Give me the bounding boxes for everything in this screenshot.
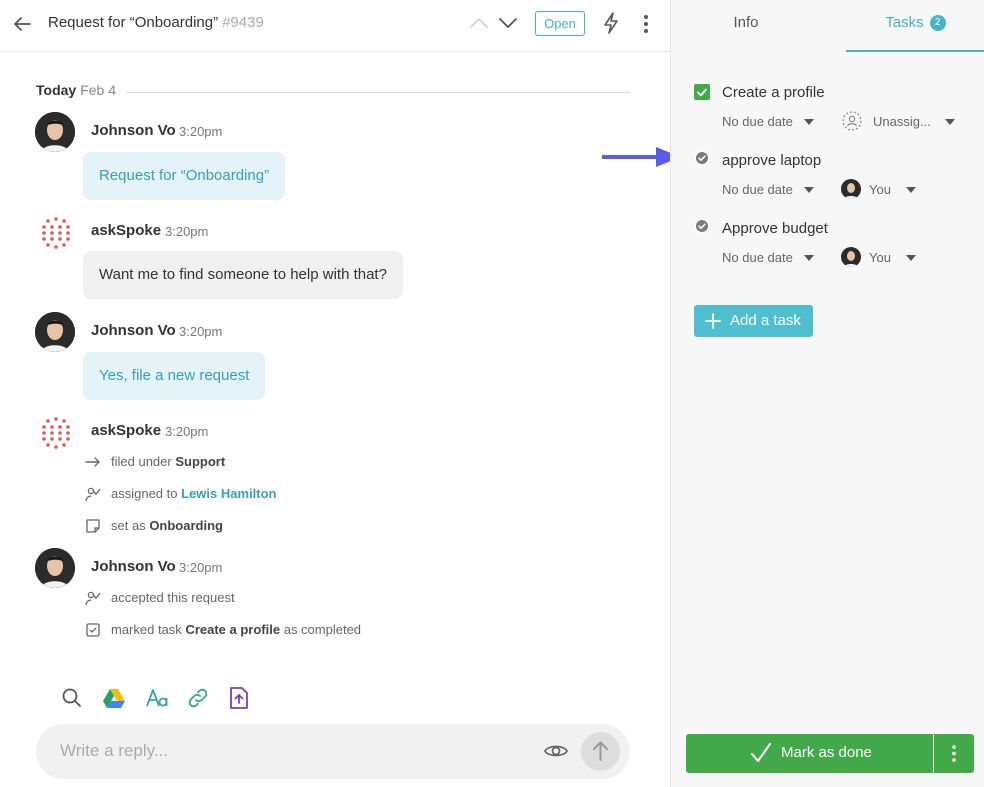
lightning-icon[interactable] bbox=[600, 11, 622, 35]
mark-as-done-label: Mark as done bbox=[781, 744, 872, 761]
task-assignee[interactable]: You bbox=[869, 250, 891, 265]
task-title[interactable]: Create a profile bbox=[722, 84, 825, 101]
date-value: Feb 4 bbox=[80, 82, 117, 98]
task-due-date[interactable]: No due date bbox=[722, 250, 793, 265]
assign-user-icon bbox=[85, 591, 101, 606]
date-day: Today bbox=[36, 82, 77, 98]
date-separator: Today Feb 4 bbox=[36, 82, 630, 102]
chevron-down-icon[interactable] bbox=[497, 12, 519, 34]
activity-prefix: set as bbox=[111, 518, 146, 533]
tab-info[interactable]: Info bbox=[671, 0, 821, 52]
message-author: Johnson Vo bbox=[91, 122, 176, 139]
activity-item: marked task Create a profile as complete… bbox=[111, 622, 361, 637]
avatar[interactable] bbox=[35, 312, 75, 352]
activity-item: filed under Support bbox=[111, 454, 225, 469]
search-icon[interactable] bbox=[60, 686, 84, 710]
avatar[interactable] bbox=[35, 112, 75, 152]
arrow-up-icon bbox=[593, 741, 608, 761]
message-time: 3:20pm bbox=[179, 324, 223, 339]
activity-prefix: marked task bbox=[111, 622, 182, 637]
request-title: Request for “Onboarding” #9439 bbox=[48, 14, 264, 31]
task-assignee[interactable]: Unassig... bbox=[873, 114, 931, 129]
message-author: Johnson Vo bbox=[91, 558, 176, 575]
task-checkbox-checked[interactable] bbox=[694, 84, 710, 100]
message-time: 3:20pm bbox=[179, 124, 223, 139]
chevron-up-icon[interactable] bbox=[468, 12, 490, 34]
mark-as-done-button[interactable]: Mark as done bbox=[686, 734, 933, 773]
google-drive-icon[interactable] bbox=[102, 686, 126, 710]
message-bubble: Want me to find someone to help with tha… bbox=[83, 251, 403, 299]
add-task-label: Add a task bbox=[730, 312, 801, 329]
back-arrow-icon[interactable] bbox=[10, 12, 34, 36]
message-bubble: Request for “Onboarding” bbox=[83, 152, 286, 200]
assign-user-icon bbox=[85, 487, 101, 502]
reply-box bbox=[36, 724, 630, 779]
more-vertical-icon bbox=[952, 745, 956, 762]
request-title-text: Request for “Onboarding” bbox=[48, 14, 219, 31]
task-due-date[interactable]: No due date bbox=[722, 182, 793, 197]
activity-item: assigned to Lewis Hamilton bbox=[111, 486, 276, 501]
assignee-link[interactable]: Lewis Hamilton bbox=[181, 486, 276, 501]
eye-icon[interactable] bbox=[544, 740, 568, 762]
caret-down-icon[interactable] bbox=[804, 119, 814, 125]
link-icon[interactable] bbox=[186, 686, 210, 710]
activity-prefix: filed under bbox=[111, 454, 172, 469]
message-time: 3:20pm bbox=[165, 424, 209, 439]
send-button[interactable] bbox=[581, 732, 620, 771]
activity-suffix: as completed bbox=[283, 622, 362, 637]
askspoke-logo-icon bbox=[42, 217, 70, 249]
message-author: Johnson Vo bbox=[91, 322, 176, 339]
message-author: askSpoke bbox=[91, 222, 162, 239]
caret-down-icon[interactable] bbox=[804, 187, 814, 193]
conversation-header: Request for “Onboarding” #9439 Open bbox=[0, 0, 670, 52]
caret-down-icon[interactable] bbox=[906, 255, 916, 261]
tasks-count-badge: 2 bbox=[929, 15, 946, 31]
conversation-pane: Request for “Onboarding” #9439 Open Today… bbox=[0, 0, 681, 787]
file-upload-icon[interactable] bbox=[227, 686, 251, 710]
activity-value: Onboarding bbox=[149, 518, 223, 533]
reply-input[interactable] bbox=[60, 738, 520, 764]
tab-tasks-label: Tasks bbox=[885, 14, 924, 31]
request-number: #9439 bbox=[222, 14, 264, 31]
message-time: 3:20pm bbox=[179, 560, 223, 575]
tab-tasks[interactable]: Tasks 2 bbox=[846, 0, 984, 52]
task-due-date[interactable]: No due date bbox=[722, 114, 793, 129]
avatar bbox=[841, 247, 861, 267]
text-format-icon[interactable] bbox=[145, 686, 169, 710]
message-bubble: Yes, file a new request bbox=[83, 352, 266, 400]
unassigned-user-icon[interactable] bbox=[842, 111, 862, 131]
task-title[interactable]: approve laptop bbox=[722, 152, 821, 169]
activity-value: Create a profile bbox=[185, 622, 281, 637]
avatar[interactable] bbox=[35, 548, 75, 588]
status-badge[interactable]: Open bbox=[535, 11, 585, 36]
checkmark-icon bbox=[751, 743, 771, 762]
activity-prefix: assigned to bbox=[111, 486, 178, 501]
task-checkbox[interactable] bbox=[694, 218, 710, 234]
avatar bbox=[841, 179, 861, 199]
more-vertical-icon[interactable] bbox=[638, 12, 654, 36]
sidebar: Info Tasks 2 bbox=[670, 0, 984, 787]
mark-done-more-button[interactable] bbox=[934, 734, 974, 773]
activity-item: accepted this request bbox=[111, 590, 235, 605]
caret-down-icon[interactable] bbox=[945, 119, 955, 125]
caret-down-icon[interactable] bbox=[804, 255, 814, 261]
note-icon bbox=[86, 519, 100, 533]
task-title[interactable]: Approve budget bbox=[722, 220, 828, 237]
activity-value: Support bbox=[175, 454, 226, 469]
plus-icon bbox=[705, 313, 721, 329]
add-task-button[interactable]: Add a task bbox=[694, 305, 813, 337]
activity-item: set as Onboarding bbox=[111, 518, 223, 533]
task-assignee[interactable]: You bbox=[869, 182, 891, 197]
divider bbox=[126, 92, 630, 93]
message-author: askSpoke bbox=[91, 422, 162, 439]
arrow-right-icon bbox=[85, 457, 100, 467]
task-checkbox[interactable] bbox=[694, 150, 710, 166]
message-time: 3:20pm bbox=[165, 224, 209, 239]
caret-down-icon[interactable] bbox=[906, 187, 916, 193]
checkbox-icon bbox=[86, 623, 100, 637]
askspoke-logo-icon bbox=[42, 417, 70, 449]
